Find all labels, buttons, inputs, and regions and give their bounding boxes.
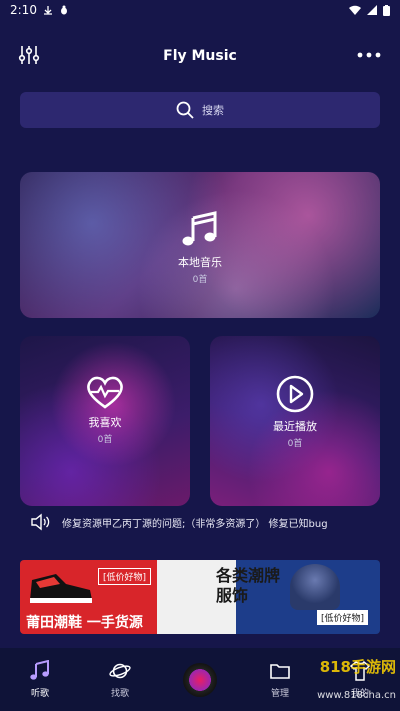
music-note-icon — [30, 660, 49, 680]
nav-find-label: 找歌 — [110, 689, 129, 699]
status-time: 2:10 — [10, 3, 37, 17]
wifi-icon — [349, 5, 361, 15]
search-bar[interactable]: 搜索 — [20, 92, 380, 128]
banner-tag-right: [低价好物] — [316, 610, 368, 625]
folder-icon — [270, 664, 290, 679]
heart-pulse-icon — [87, 376, 123, 409]
favorite-card[interactable]: 我喜欢 0首 — [20, 336, 190, 506]
sneaker-image — [30, 574, 92, 603]
local-music-count: 0首 — [192, 275, 208, 285]
status-bar: 2:10 — [0, 0, 400, 20]
nav-manage[interactable]: 管理 — [240, 648, 320, 711]
ad-banner[interactable]: [低价好物] 莆田潮鞋 一手货源 各类潮牌 服饰 [低价好物] — [20, 560, 380, 634]
download-icon — [43, 6, 52, 15]
app-header: Fly Music — [0, 36, 400, 76]
search-icon — [176, 101, 194, 119]
nav-listen[interactable]: 听歌 — [0, 648, 80, 711]
search-label: 搜索 — [202, 104, 224, 117]
notice-bar: 修复资源甲乙丙丁源的问题;（非常多资源了） 修复已知bug — [30, 512, 380, 532]
recent-play-title: 最近播放 — [273, 420, 317, 433]
vinyl-disc-icon — [183, 662, 217, 697]
banner-slogan-mid: 各类潮牌 服饰 — [216, 566, 281, 605]
watermark-logo: 818手游网 — [319, 658, 396, 676]
speaker-icon — [31, 513, 50, 531]
signal-icon — [367, 5, 377, 15]
music-note-icon — [182, 211, 217, 246]
watermark-url: www.818cha.cn — [317, 690, 396, 701]
planet-icon — [109, 663, 131, 679]
notice-text: 修复资源甲乙丙丁源的问题;（非常多资源了） 修复已知bug — [62, 518, 328, 530]
battery-icon — [383, 4, 390, 16]
app-title: Fly Music — [163, 48, 237, 64]
play-circle-icon — [276, 375, 314, 413]
nav-listen-label: 听歌 — [30, 689, 49, 699]
local-music-title: 本地音乐 — [178, 256, 222, 269]
local-music-card[interactable]: 本地音乐 0首 — [20, 172, 380, 318]
nav-manage-label: 管理 — [270, 689, 289, 699]
recent-play-card[interactable]: 最近播放 0首 — [210, 336, 380, 506]
recent-play-count: 0首 — [287, 439, 303, 449]
equalizer-icon[interactable] — [18, 44, 40, 66]
banner-slogan-left: 莆田潮鞋 一手货源 — [26, 615, 143, 631]
banner-tag-left: [低价好物] — [98, 568, 152, 585]
more-options-icon[interactable] — [356, 45, 382, 65]
favorite-count: 0首 — [97, 435, 113, 445]
favorite-title: 我喜欢 — [88, 416, 122, 429]
nav-find[interactable]: 找歌 — [80, 648, 160, 711]
model-image — [290, 564, 340, 610]
nav-now-playing[interactable] — [160, 648, 240, 711]
bug-icon — [60, 5, 67, 15]
